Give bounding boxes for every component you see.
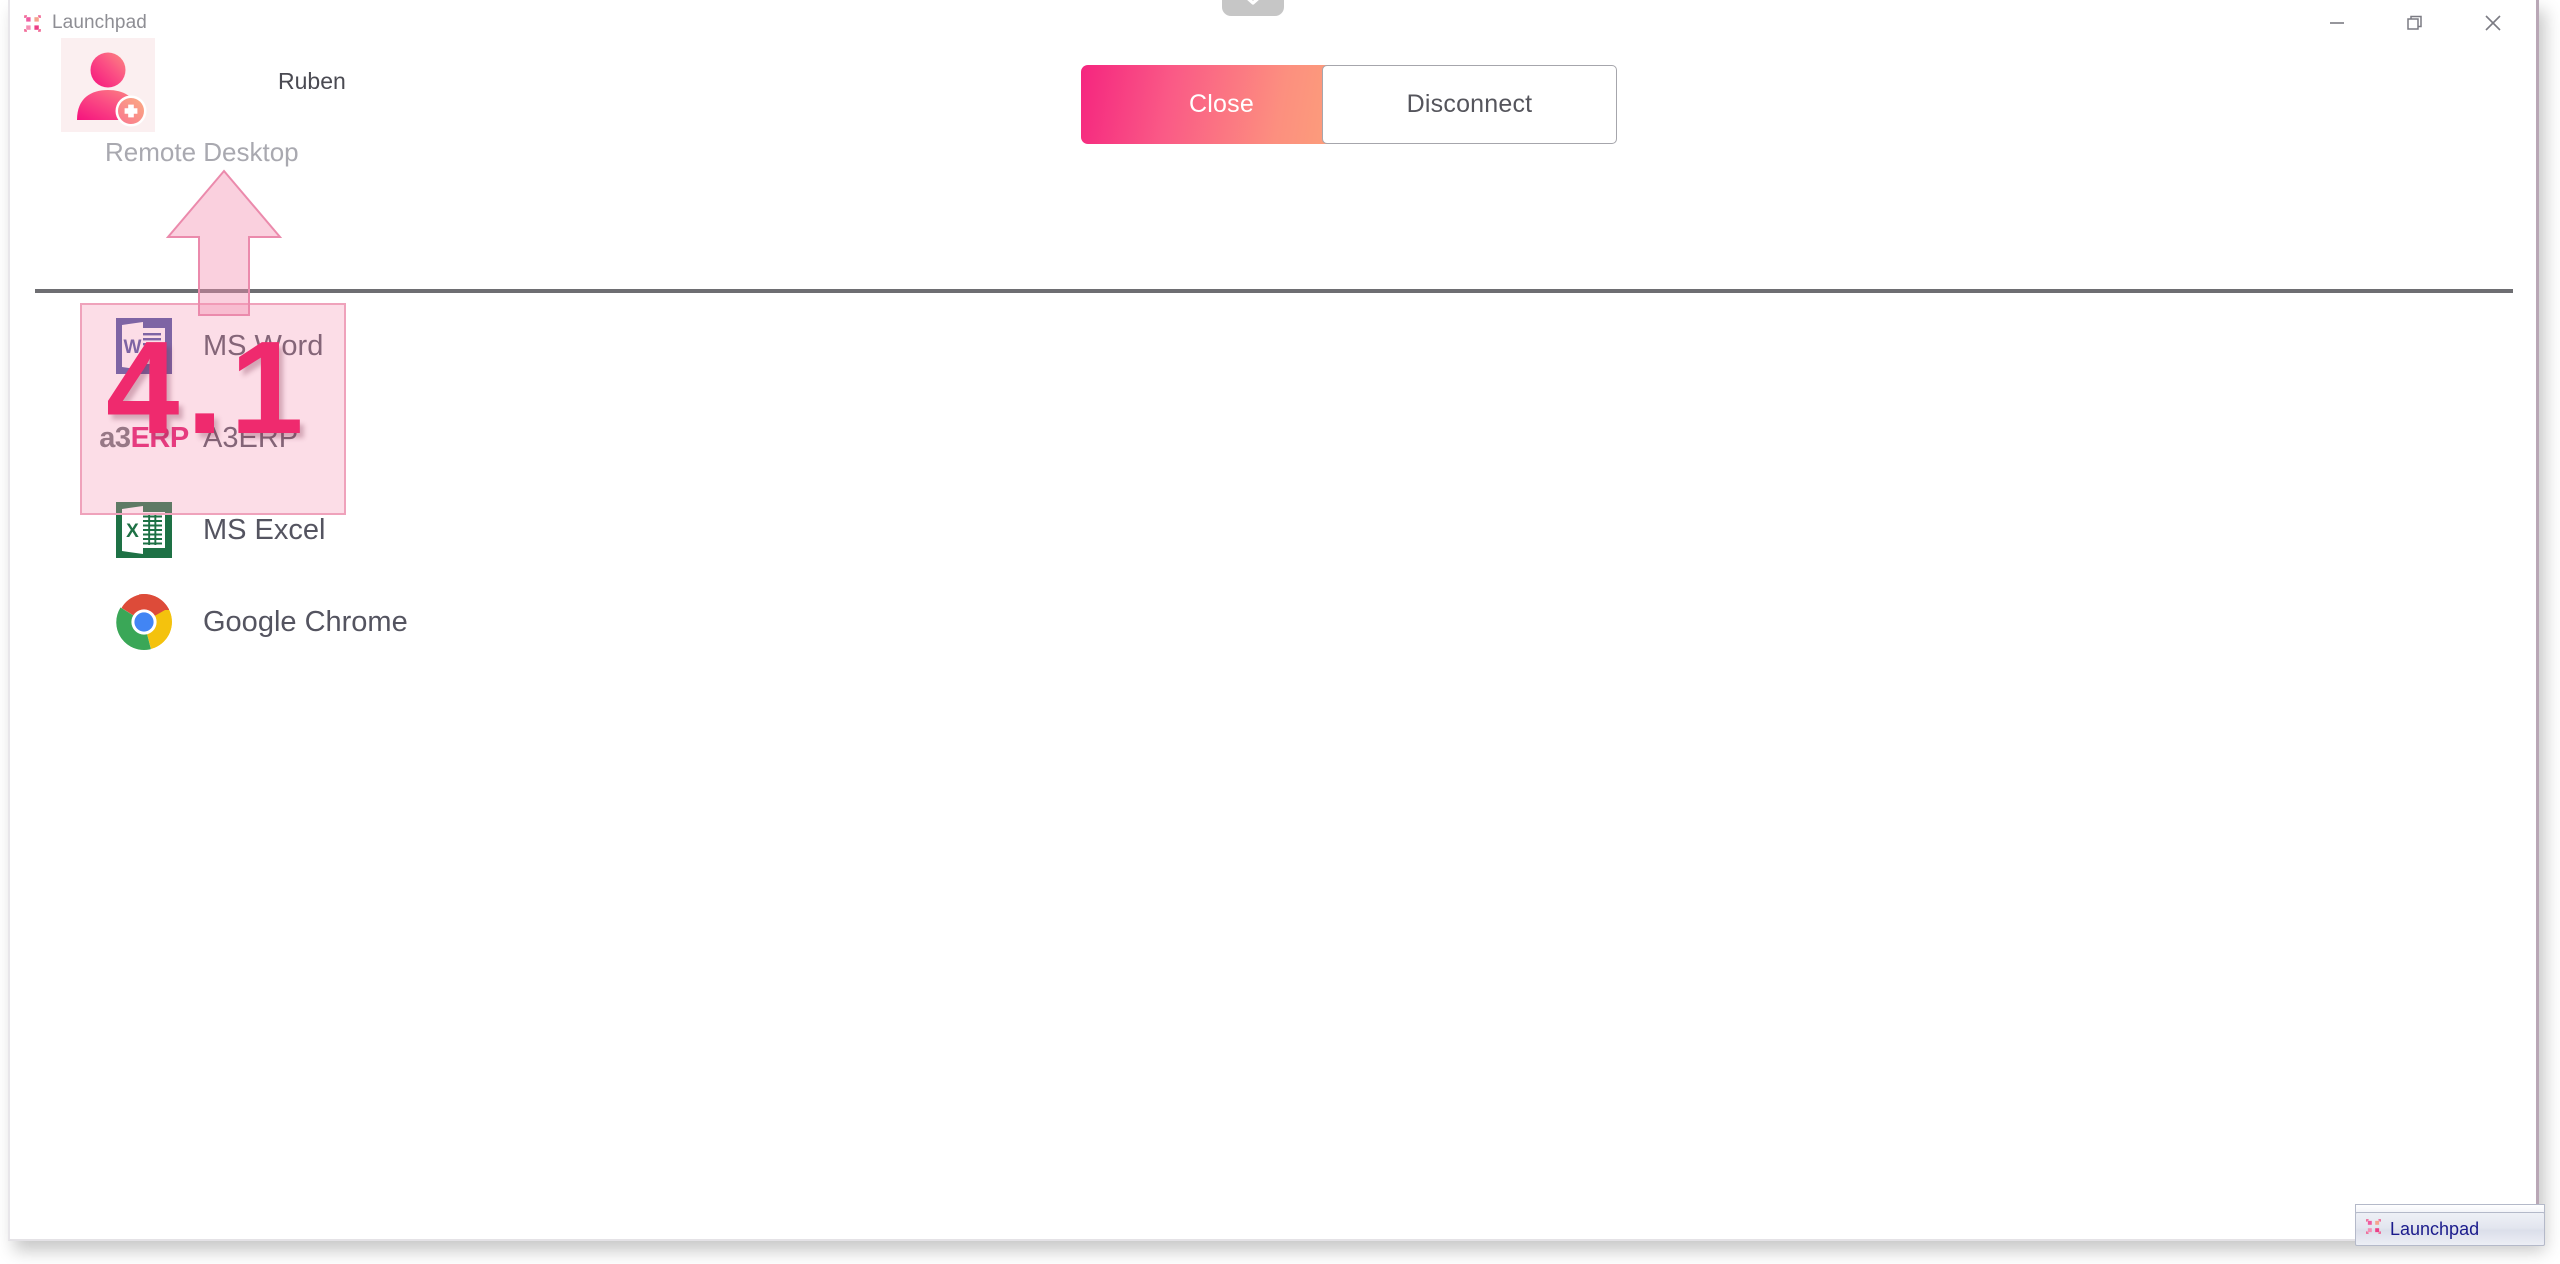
user-avatar-add-icon [61, 38, 155, 132]
svg-text:W: W [124, 337, 142, 358]
google-chrome-icon [113, 591, 175, 653]
taskbar-item-launchpad[interactable]: Launchpad [2355, 1212, 2545, 1246]
ms-word-icon: W [113, 315, 175, 377]
header-separator [35, 289, 2513, 293]
section-label: Remote Desktop [105, 137, 299, 167]
minimize-icon [2326, 12, 2348, 34]
close-button[interactable]: Close [1081, 65, 1362, 144]
launchpad-window: Launchpad Ruben Remote Desktop Close Dis… [8, 0, 2539, 1241]
app-label-a3erp: A3ERP [203, 421, 299, 454]
taskbar-item-label: Launchpad [2390, 1218, 2480, 1239]
ms-excel-icon: X [113, 499, 175, 561]
minimize-button[interactable] [2298, 0, 2376, 46]
restore-icon [2404, 12, 2426, 34]
a3erp-logo-pink: ERP [130, 421, 190, 454]
app-item-a3erp[interactable]: a3ERP A3ERP [10, 392, 2536, 484]
app-item-ms-word[interactable]: W MS Word [10, 300, 2536, 392]
avatar[interactable] [61, 38, 155, 132]
a3erp-logo-grey: a3 [99, 421, 131, 454]
close-icon [2481, 11, 2505, 35]
chevron-down-icon [1241, 0, 1265, 12]
app-item-google-chrome[interactable]: Google Chrome [10, 576, 2536, 668]
svg-text:X: X [126, 521, 139, 542]
window-controls [2298, 0, 2532, 46]
disconnect-button[interactable]: Disconnect [1322, 65, 1617, 144]
app-item-ms-excel[interactable]: X MS Excel [10, 484, 2536, 576]
restore-button[interactable] [2376, 0, 2454, 46]
launchpad-grid-icon [2365, 1218, 2382, 1240]
close-window-button[interactable] [2454, 0, 2532, 46]
title-bar-left: Launchpad [10, 12, 147, 34]
app-list: W MS Word a3ERP A3ERP X MS Excel Google … [10, 300, 2536, 668]
user-name: Ruben [278, 68, 346, 94]
launchpad-grid-icon [23, 14, 42, 33]
app-label-ms-word: MS Word [203, 329, 324, 362]
window-title: Launchpad [52, 12, 147, 33]
pull-down-tab[interactable] [1222, 0, 1284, 16]
app-label-ms-excel: MS Excel [203, 513, 326, 546]
app-label-google-chrome: Google Chrome [203, 605, 408, 638]
desktop-background: Launchpad Ruben Remote Desktop Close Dis… [0, 0, 2560, 1264]
a3erp-icon: a3ERP [99, 407, 189, 469]
